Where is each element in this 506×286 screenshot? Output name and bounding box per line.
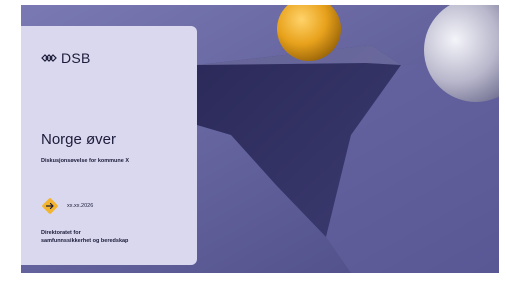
dsb-logo-icon	[41, 54, 57, 62]
organization-line-2: samfunnssikkerhet og beredskap	[41, 238, 129, 244]
slide-subtitle: Diskusjonsøvelse for kommune X	[41, 158, 130, 164]
arrow-right-icon	[42, 198, 58, 214]
title-slide: DSB Norge øver Diskusjonsøvelse for komm…	[21, 5, 499, 273]
organization-line-1: Direktoratet for	[41, 230, 81, 236]
date-row: xx.xx.2026	[41, 197, 93, 215]
date-label: xx.xx.2026	[67, 203, 94, 209]
dsb-logo: DSB	[41, 50, 91, 66]
logo-text: DSB	[61, 50, 91, 66]
slide-title: Norge øver	[41, 131, 117, 148]
organization-name: Direktoratet for samfunnssikkerhet og be…	[41, 229, 128, 245]
title-panel: DSB Norge øver Diskusjonsøvelse for komm…	[21, 26, 197, 265]
